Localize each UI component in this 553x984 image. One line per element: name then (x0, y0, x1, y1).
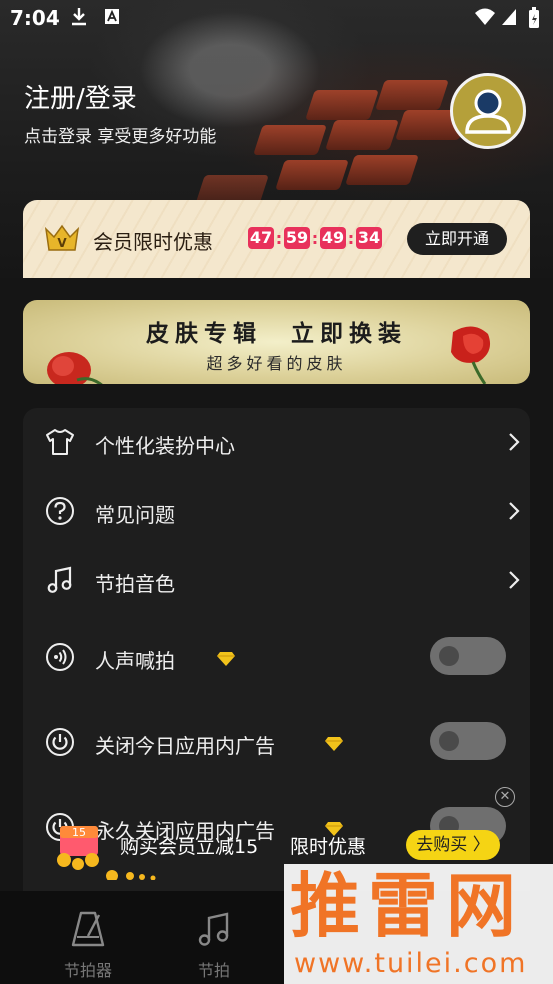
tab-label: 节拍器 (63, 961, 112, 980)
download-icon (72, 8, 86, 26)
metronome-icon (71, 911, 105, 947)
status-time: 7:04 (10, 6, 60, 30)
login-subtitle[interactable]: 点击登录 享受更多好功能 (24, 122, 216, 147)
diamond-icon (217, 652, 235, 666)
countdown-separator: : (347, 228, 355, 248)
countdown-separator: : (275, 228, 283, 248)
settings-item-faq[interactable]: 常见问题 (23, 481, 530, 541)
watermark: 推雷网 www.tuilei.com (284, 864, 553, 984)
vip-promo-card[interactable]: V 会员限时优惠 47 : 59 : 49 : 34 立即开通 (23, 200, 530, 278)
avatar[interactable] (450, 73, 526, 149)
open-vip-button[interactable]: 立即开通 (407, 223, 507, 255)
settings-item-label: 人声喊拍 (95, 649, 175, 673)
chevron-right-icon (509, 433, 520, 451)
settings-item-label: 节拍音色 (95, 572, 175, 596)
status-bar: 7:04 (0, 0, 553, 36)
power-icon (46, 728, 74, 756)
voice-icon (46, 643, 74, 671)
wifi-icon (475, 8, 495, 25)
tshirt-icon (46, 429, 74, 455)
login-title[interactable]: 注册/登录 (24, 78, 137, 115)
user-icon (465, 89, 511, 134)
watermark-url: www.tuilei.com (294, 948, 528, 979)
buy-now-button[interactable]: 去购买 〉 (406, 830, 500, 860)
countdown-hours: 47 (248, 227, 274, 249)
battery-icon (529, 7, 539, 28)
promo-text: 购买会员立减15 (120, 836, 259, 858)
diamond-icon (325, 737, 343, 751)
close-ads-today-toggle[interactable] (430, 722, 506, 760)
settings-item-personalization[interactable]: 个性化装扮中心 (23, 412, 530, 472)
countdown-centiseconds: 34 (356, 227, 382, 249)
vip-label: 会员限时优惠 (93, 230, 213, 254)
countdown-minutes: 59 (284, 227, 310, 249)
settings-item-beat-sound[interactable]: 节拍音色 (23, 550, 530, 610)
settings-item-voice-count: 人声喊拍 (23, 627, 530, 687)
promo-limited-text: 限时优惠 (290, 836, 367, 858)
skin-banner[interactable]: 皮肤专辑 立即换装 超多好看的皮肤 (23, 300, 530, 384)
countdown-separator: : (311, 228, 319, 248)
settings-item-label: 常见问题 (95, 503, 175, 527)
music-note-icon (198, 912, 229, 946)
skin-banner-title: 皮肤专辑 立即换装 (146, 321, 407, 347)
svg-text:V: V (57, 236, 67, 250)
voice-count-toggle[interactable] (430, 637, 506, 675)
promo-badge-text: 15 (72, 826, 86, 839)
tab-metronome[interactable]: 节拍器 (48, 909, 128, 981)
crown-icon: V (44, 224, 80, 251)
tab-beat[interactable]: 节拍 (174, 909, 254, 981)
close-promo-icon[interactable]: ✕ (495, 787, 515, 807)
skin-banner-subtitle: 超多好看的皮肤 (206, 354, 347, 373)
font-a-icon (105, 9, 119, 24)
watermark-logo-text: 推雷网 (290, 865, 524, 947)
tab-label: 节拍 (197, 961, 230, 980)
question-circle-icon (46, 497, 74, 525)
countdown-seconds: 49 (320, 227, 346, 249)
settings-item-label: 关闭今日应用内广告 (95, 734, 275, 758)
signal-icon (502, 9, 516, 25)
chevron-right-icon (509, 502, 520, 520)
settings-item-label: 个性化装扮中心 (95, 434, 235, 458)
settings-item-close-ads-today: 关闭今日应用内广告 (23, 712, 530, 772)
music-note-icon (47, 566, 72, 593)
chevron-right-icon (509, 571, 520, 589)
countdown-timer: 47 : 59 : 49 : 34 (248, 227, 382, 249)
